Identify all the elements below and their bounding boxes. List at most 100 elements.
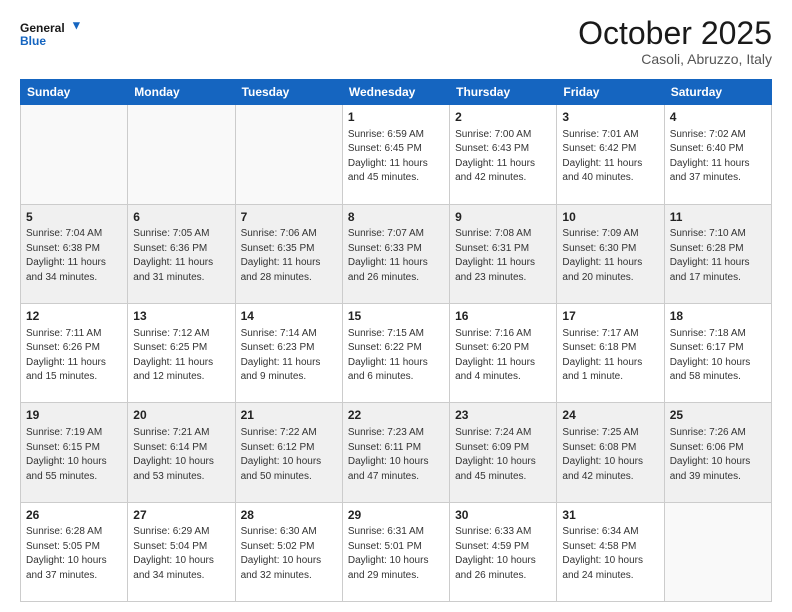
title-block: October 2025 Casoli, Abruzzo, Italy xyxy=(578,16,772,67)
calendar-cell: 28Sunrise: 6:30 AMSunset: 5:02 PMDayligh… xyxy=(235,502,342,601)
day-info: Sunrise: 7:00 AMSunset: 6:43 PMDaylight:… xyxy=(455,128,551,186)
day-number: 25 xyxy=(670,407,766,424)
calendar-week-row: 26Sunrise: 6:28 AMSunset: 5:05 PMDayligh… xyxy=(21,502,772,601)
day-info: Sunrise: 6:31 AMSunset: 5:01 PMDaylight:… xyxy=(348,525,444,583)
month-title: October 2025 xyxy=(578,16,772,51)
day-info: Sunrise: 6:28 AMSunset: 5:05 PMDaylight:… xyxy=(26,525,122,583)
day-info: Sunrise: 6:29 AMSunset: 5:04 PMDaylight:… xyxy=(133,525,229,583)
day-number: 4 xyxy=(670,109,766,126)
day-header-friday: Friday xyxy=(557,80,664,105)
day-info: Sunrise: 7:14 AMSunset: 6:23 PMDaylight:… xyxy=(241,327,337,385)
day-info: Sunrise: 7:10 AMSunset: 6:28 PMDaylight:… xyxy=(670,227,766,285)
day-info: Sunrise: 7:04 AMSunset: 6:38 PMDaylight:… xyxy=(26,227,122,285)
day-number: 23 xyxy=(455,407,551,424)
calendar-cell: 1 Sunrise: 6:59 AMSunset: 6:45 PMDaylight… xyxy=(342,105,449,204)
calendar-cell: 6Sunrise: 7:05 AMSunset: 6:36 PMDaylight… xyxy=(128,204,235,303)
day-number: 29 xyxy=(348,507,444,524)
calendar-cell: 21 Sunrise: 7:22 AMSunset: 6:12 PMDayligh… xyxy=(235,403,342,502)
day-number: 17 xyxy=(562,308,658,325)
day-number: 18 xyxy=(670,308,766,325)
calendar-cell: 30Sunrise: 6:33 AMSunset: 4:59 PMDayligh… xyxy=(450,502,557,601)
calendar-cell: 24Sunrise: 7:25 AMSunset: 6:08 PMDayligh… xyxy=(557,403,664,502)
day-number: 9 xyxy=(455,209,551,226)
calendar-week-row: 19 Sunrise: 7:19 AMSunset: 6:15 PMDayligh… xyxy=(21,403,772,502)
calendar-cell xyxy=(664,502,771,601)
day-number: 13 xyxy=(133,308,229,325)
day-number: 30 xyxy=(455,507,551,524)
day-info: Sunrise: 7:08 AMSunset: 6:31 PMDaylight:… xyxy=(455,227,551,285)
svg-text:Blue: Blue xyxy=(20,34,46,48)
calendar-cell: 15 Sunrise: 7:15 AMSunset: 6:22 PMDayligh… xyxy=(342,303,449,402)
calendar-cell: 22 Sunrise: 7:23 AMSunset: 6:11 PMDayligh… xyxy=(342,403,449,502)
calendar-cell: 9Sunrise: 7:08 AMSunset: 6:31 PMDaylight… xyxy=(450,204,557,303)
day-number: 16 xyxy=(455,308,551,325)
location-subtitle: Casoli, Abruzzo, Italy xyxy=(578,51,772,67)
calendar-cell: 13 Sunrise: 7:12 AMSunset: 6:25 PMDayligh… xyxy=(128,303,235,402)
day-info: Sunrise: 7:23 AMSunset: 6:11 PMDaylight:… xyxy=(348,426,444,484)
calendar-cell: 23 Sunrise: 7:24 AMSunset: 6:09 PMDayligh… xyxy=(450,403,557,502)
day-number: 10 xyxy=(562,209,658,226)
day-number: 22 xyxy=(348,407,444,424)
calendar-table: SundayMondayTuesdayWednesdayThursdayFrid… xyxy=(20,79,772,602)
calendar-cell: 11Sunrise: 7:10 AMSunset: 6:28 PMDayligh… xyxy=(664,204,771,303)
day-number: 15 xyxy=(348,308,444,325)
day-info: Sunrise: 6:30 AMSunset: 5:02 PMDaylight:… xyxy=(241,525,337,583)
day-header-tuesday: Tuesday xyxy=(235,80,342,105)
day-info: Sunrise: 7:07 AMSunset: 6:33 PMDaylight:… xyxy=(348,227,444,285)
day-info: Sunrise: 7:21 AMSunset: 6:14 PMDaylight:… xyxy=(133,426,229,484)
calendar-cell xyxy=(21,105,128,204)
day-header-thursday: Thursday xyxy=(450,80,557,105)
day-number: 5 xyxy=(26,209,122,226)
calendar-cell: 14 Sunrise: 7:14 AMSunset: 6:23 PMDayligh… xyxy=(235,303,342,402)
calendar-cell: 4 Sunrise: 7:02 AMSunset: 6:40 PMDaylight… xyxy=(664,105,771,204)
calendar-cell: 19 Sunrise: 7:19 AMSunset: 6:15 PMDayligh… xyxy=(21,403,128,502)
calendar-cell: 29Sunrise: 6:31 AMSunset: 5:01 PMDayligh… xyxy=(342,502,449,601)
day-header-sunday: Sunday xyxy=(21,80,128,105)
day-number: 31 xyxy=(562,507,658,524)
day-number: 1 xyxy=(348,109,444,126)
day-info: Sunrise: 7:11 AMSunset: 6:26 PMDaylight:… xyxy=(26,327,122,385)
calendar-cell: 3Sunrise: 7:01 AMSunset: 6:42 PMDaylight… xyxy=(557,105,664,204)
day-number: 21 xyxy=(241,407,337,424)
day-number: 27 xyxy=(133,507,229,524)
calendar-cell: 7Sunrise: 7:06 AMSunset: 6:35 PMDaylight… xyxy=(235,204,342,303)
day-info: Sunrise: 7:06 AMSunset: 6:35 PMDaylight:… xyxy=(241,227,337,285)
calendar-cell: 16 Sunrise: 7:16 AMSunset: 6:20 PMDayligh… xyxy=(450,303,557,402)
calendar-cell: 25 Sunrise: 7:26 AMSunset: 6:06 PMDayligh… xyxy=(664,403,771,502)
calendar-cell: 20 Sunrise: 7:21 AMSunset: 6:14 PMDayligh… xyxy=(128,403,235,502)
day-number: 12 xyxy=(26,308,122,325)
day-number: 26 xyxy=(26,507,122,524)
day-info: Sunrise: 7:24 AMSunset: 6:09 PMDaylight:… xyxy=(455,426,551,484)
day-info: Sunrise: 7:12 AMSunset: 6:25 PMDaylight:… xyxy=(133,327,229,385)
day-info: Sunrise: 7:26 AMSunset: 6:06 PMDaylight:… xyxy=(670,426,766,484)
calendar-week-row: 12 Sunrise: 7:11 AMSunset: 6:26 PMDayligh… xyxy=(21,303,772,402)
calendar-cell: 12 Sunrise: 7:11 AMSunset: 6:26 PMDayligh… xyxy=(21,303,128,402)
day-number: 24 xyxy=(562,407,658,424)
calendar-week-row: 5Sunrise: 7:04 AMSunset: 6:38 PMDaylight… xyxy=(21,204,772,303)
day-info: Sunrise: 7:02 AMSunset: 6:40 PMDaylight:… xyxy=(670,128,766,186)
day-header-wednesday: Wednesday xyxy=(342,80,449,105)
logo-svg: General Blue xyxy=(20,16,80,52)
day-info: Sunrise: 7:05 AMSunset: 6:36 PMDaylight:… xyxy=(133,227,229,285)
day-info: Sunrise: 7:22 AMSunset: 6:12 PMDaylight:… xyxy=(241,426,337,484)
day-info: Sunrise: 7:19 AMSunset: 6:15 PMDaylight:… xyxy=(26,426,122,484)
day-number: 3 xyxy=(562,109,658,126)
day-info: Sunrise: 7:16 AMSunset: 6:20 PMDaylight:… xyxy=(455,327,551,385)
day-info: Sunrise: 6:59 AMSunset: 6:45 PMDaylight:… xyxy=(348,128,444,186)
day-number: 19 xyxy=(26,407,122,424)
calendar-cell xyxy=(235,105,342,204)
calendar-cell: 8Sunrise: 7:07 AMSunset: 6:33 PMDaylight… xyxy=(342,204,449,303)
calendar-cell: 26Sunrise: 6:28 AMSunset: 5:05 PMDayligh… xyxy=(21,502,128,601)
day-info: Sunrise: 7:15 AMSunset: 6:22 PMDaylight:… xyxy=(348,327,444,385)
calendar-cell: 2Sunrise: 7:00 AMSunset: 6:43 PMDaylight… xyxy=(450,105,557,204)
day-number: 14 xyxy=(241,308,337,325)
calendar-week-row: 1 Sunrise: 6:59 AMSunset: 6:45 PMDaylight… xyxy=(21,105,772,204)
calendar-cell xyxy=(128,105,235,204)
calendar-cell: 17Sunrise: 7:17 AMSunset: 6:18 PMDayligh… xyxy=(557,303,664,402)
day-info: Sunrise: 7:09 AMSunset: 6:30 PMDaylight:… xyxy=(562,227,658,285)
day-number: 11 xyxy=(670,209,766,226)
day-number: 20 xyxy=(133,407,229,424)
day-header-monday: Monday xyxy=(128,80,235,105)
page: General Blue October 2025 Casoli, Abruzz… xyxy=(0,0,792,612)
day-number: 6 xyxy=(133,209,229,226)
